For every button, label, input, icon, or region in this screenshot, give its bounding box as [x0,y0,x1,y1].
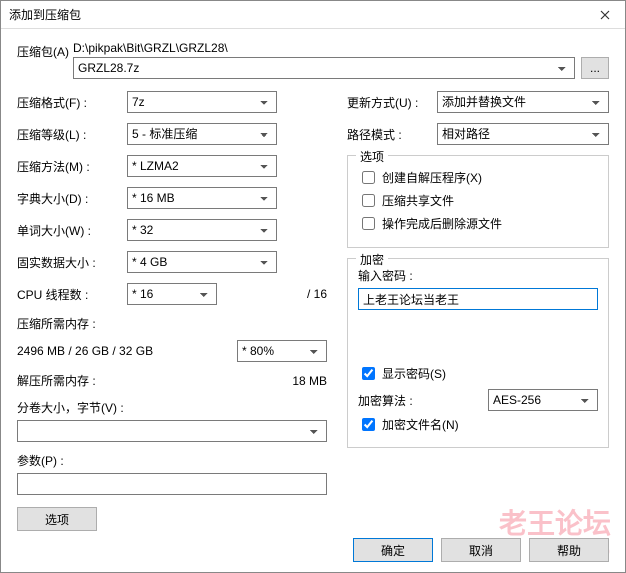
titlebar: 添加到压缩包 [1,1,625,29]
cpu-total: / 16 [307,287,327,301]
sfx-checkbox[interactable] [362,171,375,184]
window-title: 添加到压缩包 [9,6,81,23]
options-button[interactable]: 选项 [17,507,97,531]
method-select[interactable]: * LZMA2 [127,155,277,177]
close-icon [600,10,610,20]
showpwd-checkbox-row[interactable]: 显示密码(S) [358,364,598,383]
archive-row: 压缩包(A) D:\pikpak\Bit\GRZL\GRZL28\ GRZL28… [17,41,609,79]
split-label: 分卷大小，字节(V) : [17,399,327,416]
word-select[interactable]: * 32 [127,219,277,241]
delete-checkbox[interactable] [362,217,375,230]
footer-buttons: 确定 取消 帮助 [353,538,609,562]
pathmode-label: 路径模式 : [347,126,437,143]
update-select[interactable]: 添加并替换文件 [437,91,609,113]
level-select[interactable]: 5 - 标准压缩 [127,123,277,145]
dict-select[interactable]: * 16 MB [127,187,277,209]
solid-select[interactable]: * 4 GB [127,251,277,273]
enc-method-select[interactable]: AES-256 [488,389,598,411]
share-checkbox[interactable] [362,194,375,207]
options-legend: 选项 [356,148,388,165]
encrypt-fieldset: 加密 输入密码 : 显示密码(S) 加密算法 : AES-256 加密文件 [347,258,609,448]
archive-path: D:\pikpak\Bit\GRZL\GRZL28\ [73,41,609,55]
dict-label: 字典大小(D) : [17,190,127,207]
password-label: 输入密码 : [358,267,598,284]
dialog-content: 压缩包(A) D:\pikpak\Bit\GRZL\GRZL28\ GRZL28… [1,29,625,539]
sfx-checkbox-row[interactable]: 创建自解压程序(X) [358,168,598,187]
delete-label: 操作完成后删除源文件 [382,215,502,232]
right-column: 更新方式(U) : 添加并替换文件 路径模式 : 相对路径 选项 创建自解压程序… [347,91,609,531]
compress-mem-value: 2496 MB / 26 GB / 32 GB [17,344,153,358]
compress-mem-label: 压缩所需内存 : [17,315,327,332]
showpwd-checkbox[interactable] [362,367,375,380]
decompress-mem-value: 18 MB [292,374,327,388]
archive-label: 压缩包(A) [17,41,73,60]
encrypt-legend: 加密 [356,251,388,268]
password-input[interactable] [358,288,598,310]
encnames-label: 加密文件名(N) [382,416,459,433]
archive-filename-combo[interactable]: GRZL28.7z [73,57,575,79]
help-button[interactable]: 帮助 [529,538,609,562]
close-button[interactable] [585,1,625,29]
method-label: 压缩方法(M) : [17,158,127,175]
sfx-label: 创建自解压程序(X) [382,169,482,186]
decompress-mem-label: 解压所需内存 : [17,372,96,389]
cancel-button[interactable]: 取消 [441,538,521,562]
solid-label: 固实数据大小 : [17,254,127,271]
delete-checkbox-row[interactable]: 操作完成后删除源文件 [358,214,598,233]
options-fieldset: 选项 创建自解压程序(X) 压缩共享文件 操作完成后删除源文件 [347,155,609,248]
params-input[interactable] [17,473,327,495]
encnames-checkbox[interactable] [362,418,375,431]
browse-button[interactable]: ... [581,57,609,79]
enc-method-label: 加密算法 : [358,392,413,409]
word-label: 单词大小(W) : [17,222,127,239]
mem-percent-select[interactable]: * 80% [237,340,327,362]
share-label: 压缩共享文件 [382,192,454,209]
encnames-checkbox-row[interactable]: 加密文件名(N) [358,415,598,434]
format-label: 压缩格式(F) : [17,94,127,111]
cpu-label: CPU 线程数 : [17,286,127,303]
left-column: 压缩格式(F) : 7z 压缩等级(L) : 5 - 标准压缩 压缩方法(M) … [17,91,327,531]
showpwd-label: 显示密码(S) [382,365,446,382]
split-combo[interactable] [17,420,327,442]
share-checkbox-row[interactable]: 压缩共享文件 [358,191,598,210]
pathmode-select[interactable]: 相对路径 [437,123,609,145]
params-label: 参数(P) : [17,452,327,469]
update-label: 更新方式(U) : [347,94,437,111]
level-label: 压缩等级(L) : [17,126,127,143]
ok-button[interactable]: 确定 [353,538,433,562]
format-select[interactable]: 7z [127,91,277,113]
dialog-window: 添加到压缩包 压缩包(A) D:\pikpak\Bit\GRZL\GRZL28\… [0,0,626,573]
cpu-select[interactable]: * 16 [127,283,217,305]
